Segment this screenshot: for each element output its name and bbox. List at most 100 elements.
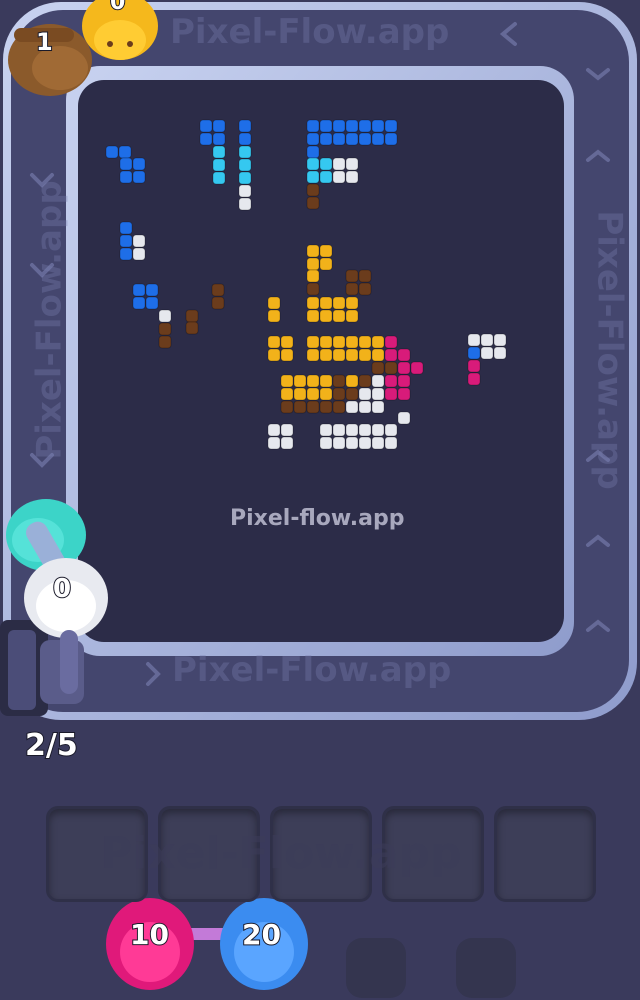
block: [319, 132, 333, 146]
block: [371, 387, 385, 401]
block: [371, 436, 385, 450]
block: [467, 333, 481, 347]
block: [306, 119, 320, 133]
block: [105, 145, 119, 159]
block: [280, 423, 294, 437]
block: [397, 411, 411, 425]
block: [293, 400, 307, 414]
block: [358, 282, 372, 296]
block: [119, 234, 133, 248]
shooter-white-count: 0: [52, 573, 72, 605]
block: [384, 387, 398, 401]
block: [480, 346, 494, 360]
block: [371, 374, 385, 388]
block: [319, 309, 333, 323]
block: [185, 321, 199, 335]
block: [319, 374, 333, 388]
block: [332, 157, 346, 171]
block: [132, 170, 146, 184]
block: [332, 374, 346, 388]
block: [267, 309, 281, 323]
block: [480, 333, 494, 347]
block: [306, 348, 320, 362]
block: [358, 348, 372, 362]
block: [332, 348, 346, 362]
block: [267, 335, 281, 349]
block: [332, 400, 346, 414]
block: [319, 170, 333, 184]
block: [358, 374, 372, 388]
block: [306, 335, 320, 349]
block: [384, 348, 398, 362]
block: [211, 296, 225, 310]
block: [199, 119, 213, 133]
block: [306, 387, 320, 401]
block: [384, 436, 398, 450]
block: [358, 387, 372, 401]
block: [345, 335, 359, 349]
block: [384, 132, 398, 146]
block: [332, 436, 346, 450]
block: [384, 361, 398, 375]
block: [319, 387, 333, 401]
empty-shooter-slot: [456, 938, 516, 998]
block: [238, 132, 252, 146]
block: [345, 119, 359, 133]
game-screen: Pixel-Flow.app Pixel-Flow.app Pixel-Flow…: [0, 0, 640, 1000]
block: [119, 157, 133, 171]
block: [158, 335, 172, 349]
block: [319, 257, 333, 271]
watermark-center: Pixel-flow.app: [230, 506, 405, 531]
block: [467, 359, 481, 373]
watermark-left: Pixel-Flow.app: [29, 180, 70, 460]
block: [306, 257, 320, 271]
watermark-tray: Pixel-Flow.app: [100, 828, 462, 879]
block: [145, 296, 159, 310]
block: [306, 296, 320, 310]
block: [145, 283, 159, 297]
block: [306, 244, 320, 258]
block: [132, 247, 146, 261]
block: [238, 145, 252, 159]
block: [238, 197, 252, 211]
block: [397, 374, 411, 388]
block: [306, 183, 320, 197]
shooter-brown-count: 1: [35, 27, 54, 57]
block: [306, 145, 320, 159]
block: [319, 296, 333, 310]
shooter-gold-count: 0: [109, 0, 126, 16]
block: [332, 387, 346, 401]
block: [467, 346, 481, 360]
block: [319, 423, 333, 437]
block: [358, 335, 372, 349]
queue-counter: 2/5: [24, 727, 79, 764]
block: [332, 309, 346, 323]
block: [319, 335, 333, 349]
block: [319, 436, 333, 450]
block: [371, 132, 385, 146]
block: [345, 157, 359, 171]
block: [397, 348, 411, 362]
block: [293, 374, 307, 388]
tray-slot[interactable]: [494, 806, 596, 902]
block: [212, 145, 226, 159]
block: [119, 170, 133, 184]
block: [332, 296, 346, 310]
block: [306, 269, 320, 283]
block: [384, 423, 398, 437]
block: [280, 348, 294, 362]
block: [306, 374, 320, 388]
block: [345, 423, 359, 437]
block: [345, 374, 359, 388]
block: [358, 269, 372, 283]
watermark-right: Pixel-Flow.app: [589, 210, 630, 490]
block: [211, 283, 225, 297]
block: [345, 348, 359, 362]
block: [267, 348, 281, 362]
block: [212, 119, 226, 133]
block: [212, 132, 226, 146]
block: [132, 234, 146, 248]
block: [212, 171, 226, 185]
block: [397, 361, 411, 375]
block: [384, 335, 398, 349]
